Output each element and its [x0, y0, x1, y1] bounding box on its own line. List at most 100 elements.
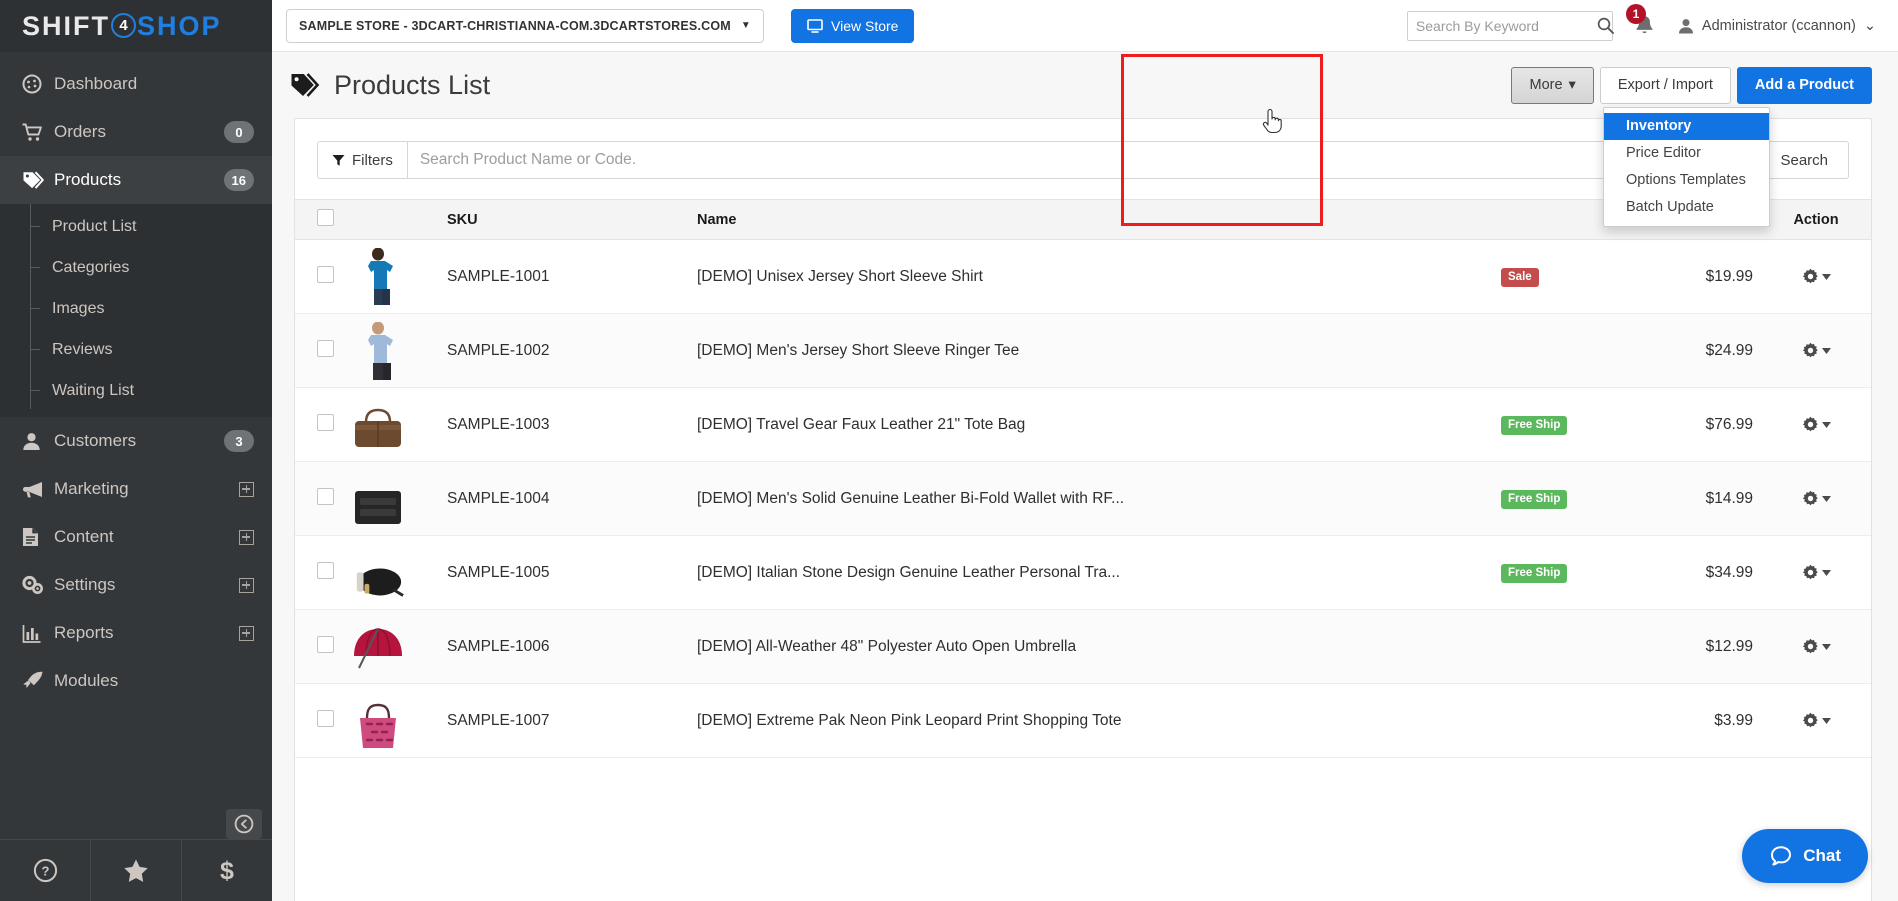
row-checkbox[interactable]: [317, 709, 334, 727]
sidebar-item-customers[interactable]: Customers 3: [0, 417, 272, 465]
row-action-button[interactable]: [1771, 342, 1861, 359]
sidebar-subitem-product-list[interactable]: Product List: [0, 206, 272, 247]
row-sku: SAMPLE-1002: [447, 341, 550, 359]
sidebar-item-reports[interactable]: Reports: [0, 609, 272, 657]
sidebar-item-marketing[interactable]: Marketing: [0, 465, 272, 513]
gear-icon: [1802, 342, 1819, 359]
table-row[interactable]: SAMPLE-1006 [DEMO] All-Weather 48" Polye…: [295, 609, 1871, 684]
expand-plus-icon-marketing[interactable]: [239, 481, 254, 497]
row-action-button[interactable]: [1771, 416, 1861, 433]
menu-item-options-templates[interactable]: Options Templates: [1604, 167, 1769, 194]
sidebar-subitem-reviews[interactable]: Reviews: [0, 329, 272, 370]
chevron-down-icon: ▼: [740, 20, 751, 31]
sidebar-item-modules[interactable]: Modules: [0, 657, 272, 705]
rocket-icon: [22, 671, 54, 691]
row-action-button[interactable]: [1771, 638, 1861, 655]
keyword-search-input[interactable]: [1415, 17, 1597, 34]
chevron-down-icon: ⌄: [1863, 17, 1876, 34]
row-thumbnail-cell: [351, 388, 447, 462]
sidebar-item-orders[interactable]: Orders 0: [0, 108, 272, 156]
row-checkbox[interactable]: [317, 265, 334, 283]
row-checkbox[interactable]: [317, 339, 334, 357]
table-row[interactable]: SAMPLE-1001 [DEMO] Unisex Jersey Short S…: [295, 240, 1871, 314]
row-checkbox[interactable]: [317, 635, 334, 653]
product-thumbnail: [351, 692, 405, 750]
billing-button[interactable]: $: [182, 840, 272, 901]
chat-label: Chat: [1803, 846, 1841, 865]
product-thumbnail: [351, 470, 405, 528]
sidebar-label-products: Products: [54, 170, 122, 189]
row-action-button[interactable]: [1771, 712, 1861, 729]
caret-down-icon: [1821, 643, 1831, 650]
products-card: Filters Search SKU Name Price Action: [294, 118, 1872, 901]
more-button[interactable]: More ▾: [1511, 66, 1594, 104]
row-name[interactable]: [DEMO] Unisex Jersey Short Sleeve Shirt: [697, 240, 1501, 314]
product-thumbnail: [351, 544, 405, 602]
admin-user-label: Administrator (ccannon): [1701, 17, 1856, 34]
menu-item-batch-update[interactable]: Batch Update: [1604, 194, 1769, 221]
export-import-button[interactable]: Export / Import: [1599, 66, 1731, 104]
row-checkbox[interactable]: [317, 413, 334, 431]
row-name[interactable]: [DEMO] Travel Gear Faux Leather 21" Tote…: [697, 388, 1501, 462]
monitor-icon: [807, 18, 823, 33]
sidebar-subitem-images[interactable]: Images: [0, 288, 272, 329]
row-badge-cell: Free Ship: [1501, 462, 1651, 536]
avatar: [1678, 18, 1694, 34]
sidebar-badge-customers: 3: [224, 430, 254, 452]
row-action-button[interactable]: [1771, 490, 1861, 507]
row-thumbnail-cell: [351, 684, 447, 758]
row-checkbox[interactable]: [317, 561, 334, 579]
row-action-button[interactable]: [1771, 268, 1861, 285]
row-name[interactable]: [DEMO] Men's Jersey Short Sleeve Ringer …: [697, 314, 1501, 388]
table-row[interactable]: SAMPLE-1004 [DEMO] Men's Solid Genuine L…: [295, 461, 1871, 536]
more-dropdown-menu: Inventory Price Editor Options Templates…: [1603, 106, 1770, 227]
table-row[interactable]: SAMPLE-1005 [DEMO] Italian Stone Design …: [295, 536, 1871, 610]
row-action-button[interactable]: [1771, 564, 1861, 581]
admin-user-menu[interactable]: Administrator (ccannon) ⌄: [1678, 18, 1876, 34]
logo-four-badge: 4: [111, 12, 136, 38]
row-name[interactable]: [DEMO] Italian Stone Design Genuine Leat…: [697, 536, 1501, 610]
expand-plus-icon-content[interactable]: [239, 529, 254, 545]
logo-shop-text: SHOP: [137, 10, 222, 41]
th-sku[interactable]: SKU: [447, 199, 697, 240]
view-store-button[interactable]: View Store: [791, 8, 915, 43]
status-badge: Free Ship: [1501, 563, 1568, 583]
expand-plus-icon-settings[interactable]: [239, 577, 254, 593]
add-product-button[interactable]: Add a Product: [1736, 66, 1872, 104]
store-selector[interactable]: SAMPLE STORE - 3DCART-CHRISTIANNA-COM.3D…: [286, 8, 764, 43]
favorites-button[interactable]: [91, 840, 182, 901]
row-thumbnail-cell: [351, 314, 447, 388]
filters-button[interactable]: Filters: [317, 141, 407, 179]
sidebar-subitem-categories[interactable]: Categories: [0, 247, 272, 288]
row-name[interactable]: [DEMO] Extreme Pak Neon Pink Leopard Pri…: [697, 684, 1501, 758]
th-name[interactable]: Name: [697, 199, 1501, 240]
sidebar-subitem-waiting-list[interactable]: Waiting List: [0, 370, 272, 411]
row-sku: SAMPLE-1007: [447, 711, 550, 729]
row-price: $12.99: [1705, 637, 1753, 655]
chat-widget-button[interactable]: Chat: [1742, 829, 1868, 883]
brand-logo[interactable]: SHIFT 4 SHOP: [0, 0, 272, 52]
select-all-checkbox[interactable]: [317, 209, 334, 226]
sidebar-item-products[interactable]: Products 16: [0, 156, 272, 204]
product-search-input[interactable]: [406, 141, 1760, 179]
menu-item-inventory[interactable]: Inventory: [1604, 112, 1769, 140]
row-name[interactable]: [DEMO] All-Weather 48" Polyester Auto Op…: [697, 610, 1501, 684]
menu-item-price-editor[interactable]: Price Editor: [1604, 140, 1769, 167]
row-name[interactable]: [DEMO] Men's Solid Genuine Leather Bi-Fo…: [697, 462, 1501, 536]
sidebar-item-settings[interactable]: Settings: [0, 561, 272, 609]
row-checkbox[interactable]: [317, 487, 334, 505]
table-row[interactable]: SAMPLE-1007 [DEMO] Extreme Pak Neon Pink…: [295, 684, 1871, 758]
table-row[interactable]: SAMPLE-1002 [DEMO] Men's Jersey Short Sl…: [295, 313, 1871, 388]
notifications-button[interactable]: 1: [1625, 4, 1654, 36]
sidebar-item-dashboard[interactable]: Dashboard: [0, 60, 272, 108]
menu-item-options-templates-label: Options Templates: [1626, 172, 1746, 188]
search-icon[interactable]: [1597, 17, 1614, 34]
product-search-button[interactable]: Search: [1759, 141, 1849, 179]
sidebar-item-content[interactable]: Content: [0, 513, 272, 561]
gear-icon: [1802, 638, 1819, 655]
expand-plus-icon-reports[interactable]: [239, 625, 254, 641]
keyword-search-box[interactable]: [1406, 10, 1614, 41]
table-row[interactable]: SAMPLE-1003 [DEMO] Travel Gear Faux Leat…: [295, 388, 1871, 462]
help-button[interactable]: ?: [0, 840, 91, 901]
sidebar-collapse-button[interactable]: [226, 809, 262, 839]
